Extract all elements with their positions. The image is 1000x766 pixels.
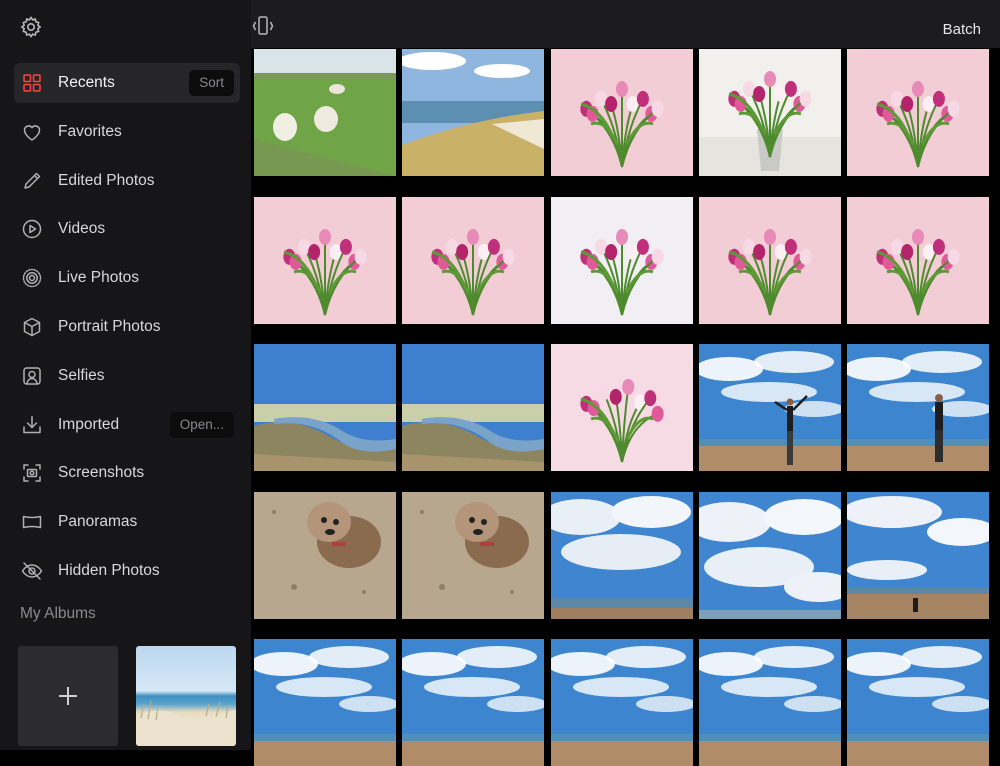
album-thumbnail[interactable] (136, 646, 236, 746)
gear-icon[interactable] (19, 15, 43, 39)
photo-thumbnail[interactable] (402, 344, 545, 471)
photo-thumbnail[interactable] (402, 639, 545, 766)
cube-icon (20, 315, 44, 339)
sidebar-item-portrait-photos[interactable]: Portrait Photos (14, 307, 240, 347)
sidebar-item-label: Imported (58, 415, 120, 433)
photo-thumbnail[interactable] (402, 196, 545, 324)
photo-thumbnail[interactable] (847, 196, 990, 324)
sidebar-item-label: Favorites (58, 122, 122, 140)
photo-thumbnail[interactable] (698, 196, 841, 324)
sidebar-item-label: Hidden Photos (58, 562, 160, 579)
pencil-icon (20, 169, 44, 193)
photo-thumbnail[interactable] (698, 491, 841, 619)
photo-thumbnail[interactable] (550, 491, 693, 619)
photo-thumbnail[interactable] (402, 49, 545, 176)
panorama-icon (20, 510, 44, 534)
sidebar-item-edited-photos[interactable]: Edited Photos (14, 161, 240, 201)
photo-thumbnail[interactable] (847, 639, 990, 766)
grid-icon (20, 71, 44, 95)
sidebar-item-selfies[interactable]: Selfies (14, 356, 240, 396)
sidebar-item-videos[interactable]: Videos (14, 209, 240, 249)
photo-thumbnail[interactable] (402, 491, 545, 619)
photo-thumbnail[interactable] (254, 491, 396, 619)
sidebar-item-label: Recents (58, 74, 115, 91)
sidebar-item-imported[interactable]: Imported Open... (14, 405, 240, 445)
screenshot-icon (20, 461, 44, 485)
photo-thumbnail[interactable] (550, 344, 693, 471)
heart-icon (20, 120, 44, 144)
sidebar-item-label: Edited Photos (58, 171, 155, 189)
sidebar-item-label: Panoramas (58, 513, 138, 531)
sidebar-item-label: Live Photos (58, 269, 139, 287)
photo-thumbnail[interactable] (254, 196, 396, 324)
photo-thumbnail[interactable] (550, 196, 693, 324)
sidebar-item-label: Selfies (58, 366, 105, 384)
photo-thumbnail[interactable] (550, 49, 693, 176)
sidebar-item-label: Screenshots (58, 464, 145, 482)
new-album-button[interactable] (18, 646, 118, 746)
sidebar-item-favorites[interactable]: Favorites (14, 112, 240, 152)
sidebar-item-label: Portrait Photos (58, 318, 161, 335)
batch-button[interactable]: Batch (943, 21, 981, 38)
photo-thumbnail[interactable] (847, 49, 990, 176)
sidebar-item-hidden-photos[interactable]: Hidden Photos (14, 551, 240, 591)
my-albums-heading: My Albums (20, 605, 96, 622)
play-circle-icon (20, 217, 44, 241)
sidebar: Recents Sort Favorites Edited Photos Videos L… (0, 0, 251, 750)
eye-slash-icon (20, 559, 44, 583)
sidebar-item-panoramas[interactable]: Panoramas (14, 502, 240, 542)
sidebar-item-label: Videos (58, 220, 106, 238)
photo-thumbnail[interactable] (698, 639, 841, 766)
recents-pill-button[interactable]: Sort (189, 70, 234, 96)
live-photo-icon (20, 266, 44, 290)
download-icon (20, 413, 44, 437)
portrait-frame-icon (20, 364, 44, 388)
photo-thumbnail[interactable] (847, 344, 990, 471)
sidebar-item-live-photos[interactable]: Live Photos (14, 258, 240, 298)
photo-thumbnail[interactable] (698, 344, 841, 471)
vibrate-phone-icon[interactable] (251, 15, 275, 37)
photo-thumbnail[interactable] (550, 639, 693, 766)
sidebar-item-recents[interactable]: Recents Sort (14, 63, 240, 103)
photo-thumbnail[interactable] (254, 49, 396, 176)
top-toolbar: Batch (251, 0, 1000, 48)
photo-thumbnail[interactable] (698, 49, 841, 176)
photo-thumbnail[interactable] (847, 491, 990, 619)
photo-thumbnail[interactable] (254, 344, 396, 471)
photo-thumbnail[interactable] (254, 639, 396, 766)
imported-pill-button[interactable]: Open... (169, 411, 234, 438)
sidebar-item-screenshots[interactable]: Screenshots (14, 453, 240, 493)
